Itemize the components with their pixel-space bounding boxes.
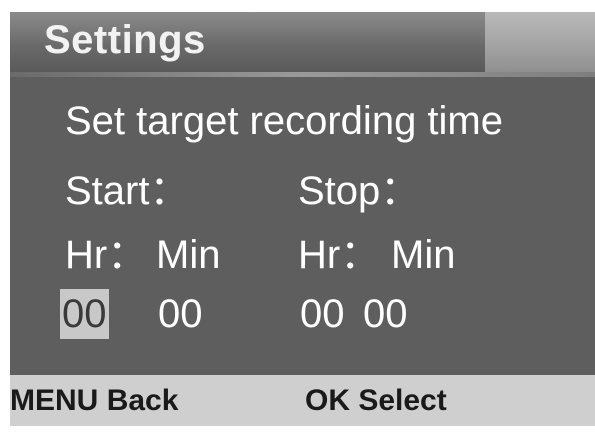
- title-bar-shade: [485, 12, 595, 72]
- stop-hour-field[interactable]: 00: [300, 289, 345, 339]
- back-action-label: Back: [106, 384, 179, 417]
- select-action-label: Select: [358, 384, 447, 417]
- start-minute-field[interactable]: 00: [158, 289, 203, 339]
- footer-bar: MENU Back OK Select: [10, 375, 595, 426]
- stop-minute-label: Min: [391, 233, 456, 277]
- section-heading: Set target recording time: [65, 99, 503, 143]
- start-label: Start：: [65, 169, 190, 213]
- menu-key-label: MENU: [10, 384, 99, 417]
- ok-select-button[interactable]: OK Select: [305, 383, 447, 419]
- stop-minute-field[interactable]: 00: [363, 289, 408, 339]
- ok-key-label: OK: [305, 384, 350, 417]
- start-hour-label: Hr：: [65, 233, 148, 277]
- recording-time-panel: Set target recording time Start： Stop： H…: [10, 77, 595, 375]
- page-title: Settings: [44, 18, 206, 62]
- title-bar: Settings: [10, 12, 595, 72]
- menu-back-button[interactable]: MENU Back: [10, 383, 178, 419]
- start-minute-label: Min: [156, 233, 221, 277]
- start-hour-field[interactable]: 00: [60, 289, 109, 339]
- settings-screen: Settings Set target recording time Start…: [10, 12, 595, 426]
- screen-bezel: [0, 0, 10, 436]
- stop-hour-label: Hr：: [298, 233, 381, 277]
- stop-label: Stop：: [298, 169, 421, 213]
